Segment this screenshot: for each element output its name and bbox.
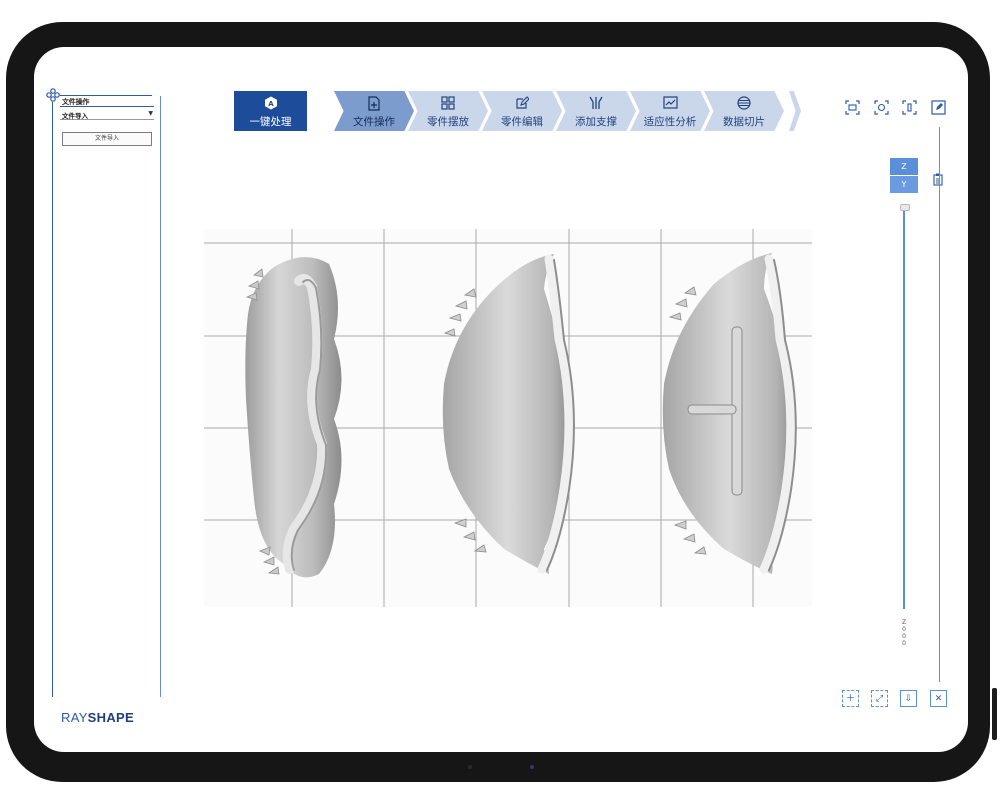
step-label: 一键处理	[249, 116, 292, 128]
chevron-down-icon: ▼	[148, 110, 153, 117]
right-panel-border	[939, 127, 940, 682]
viewport-canvas	[204, 229, 812, 607]
step-part-edit[interactable]: 零件编辑	[482, 91, 562, 131]
export-icon[interactable]: ⇩	[900, 690, 917, 707]
panel-top-rule	[60, 95, 152, 96]
left-panel-divider	[160, 96, 161, 697]
left-panel-border	[52, 102, 53, 697]
step-label: 数据切片	[723, 116, 765, 128]
app-screen: 文件操作 文件导入 ▼ 文件导入 RAYSHAPE A 一键处理 文件操作 零件…	[34, 47, 968, 752]
step-label: 零件摆放	[427, 116, 469, 128]
workflow-toolbar: A 一键处理 文件操作 零件摆放 零件编辑 添加支撑 适应性分析 数据切片	[234, 91, 801, 131]
support-icon	[556, 96, 636, 114]
step-label: 零件编辑	[501, 116, 543, 128]
model-2[interactable]	[442, 254, 575, 574]
axis-z-button[interactable]: Z	[890, 158, 918, 175]
panel-title-rule	[60, 106, 154, 107]
auto-icon: A	[234, 96, 307, 114]
slice-icon	[704, 96, 784, 114]
layer-slider-track[interactable]	[903, 208, 905, 609]
step-add-support[interactable]: 添加支撑	[556, 91, 636, 131]
fullscreen-icon[interactable]: ✕	[930, 690, 947, 707]
brand-logo: RAYSHAPE	[61, 710, 134, 725]
clipboard-icon[interactable]	[933, 173, 943, 186]
front-view-icon[interactable]	[845, 100, 860, 115]
svg-text:A: A	[268, 100, 274, 108]
toolbar-end-chevron	[789, 91, 801, 131]
device-camera	[530, 765, 534, 769]
menu-icon[interactable]	[46, 88, 60, 102]
layer-slider-label: Z 0 0 0	[901, 619, 907, 647]
dropdown-value: 文件导入	[62, 112, 88, 120]
model-1[interactable]	[245, 257, 342, 578]
edit-view-icon[interactable]	[931, 100, 946, 115]
iso-view-icon[interactable]	[874, 100, 889, 115]
step-label: 适应性分析	[643, 116, 697, 128]
3d-viewport[interactable]	[204, 229, 812, 607]
add-part-icon[interactable]: ＋	[842, 690, 859, 707]
grid-icon	[408, 96, 488, 114]
tablet-side-button	[992, 688, 997, 740]
step-label: 文件操作	[353, 116, 395, 128]
side-view-icon[interactable]	[902, 100, 917, 115]
step-part-placement[interactable]: 零件摆放	[408, 91, 488, 131]
file-import-button[interactable]: 文件导入	[62, 132, 152, 146]
fit-view-icon[interactable]: ⤢	[871, 690, 888, 707]
support-bar-horizontal	[687, 404, 737, 415]
file-mode-dropdown[interactable]: 文件导入 ▼	[60, 109, 154, 120]
step-file-operation[interactable]: 文件操作	[334, 91, 414, 131]
file-add-icon	[334, 96, 414, 115]
layer-slider-handle[interactable]	[900, 204, 910, 211]
step-data-slicing[interactable]: 数据切片	[704, 91, 784, 131]
step-label: 添加支撑	[575, 116, 617, 128]
step-one-click-process[interactable]: A 一键处理	[234, 91, 307, 131]
device-sensor	[468, 765, 472, 769]
analysis-icon	[630, 96, 710, 114]
axis-y-button[interactable]: Y	[890, 176, 918, 193]
step-adaptability-analysis[interactable]: 适应性分析	[630, 91, 710, 131]
model-3[interactable]	[662, 253, 797, 574]
edit-icon	[482, 96, 562, 114]
